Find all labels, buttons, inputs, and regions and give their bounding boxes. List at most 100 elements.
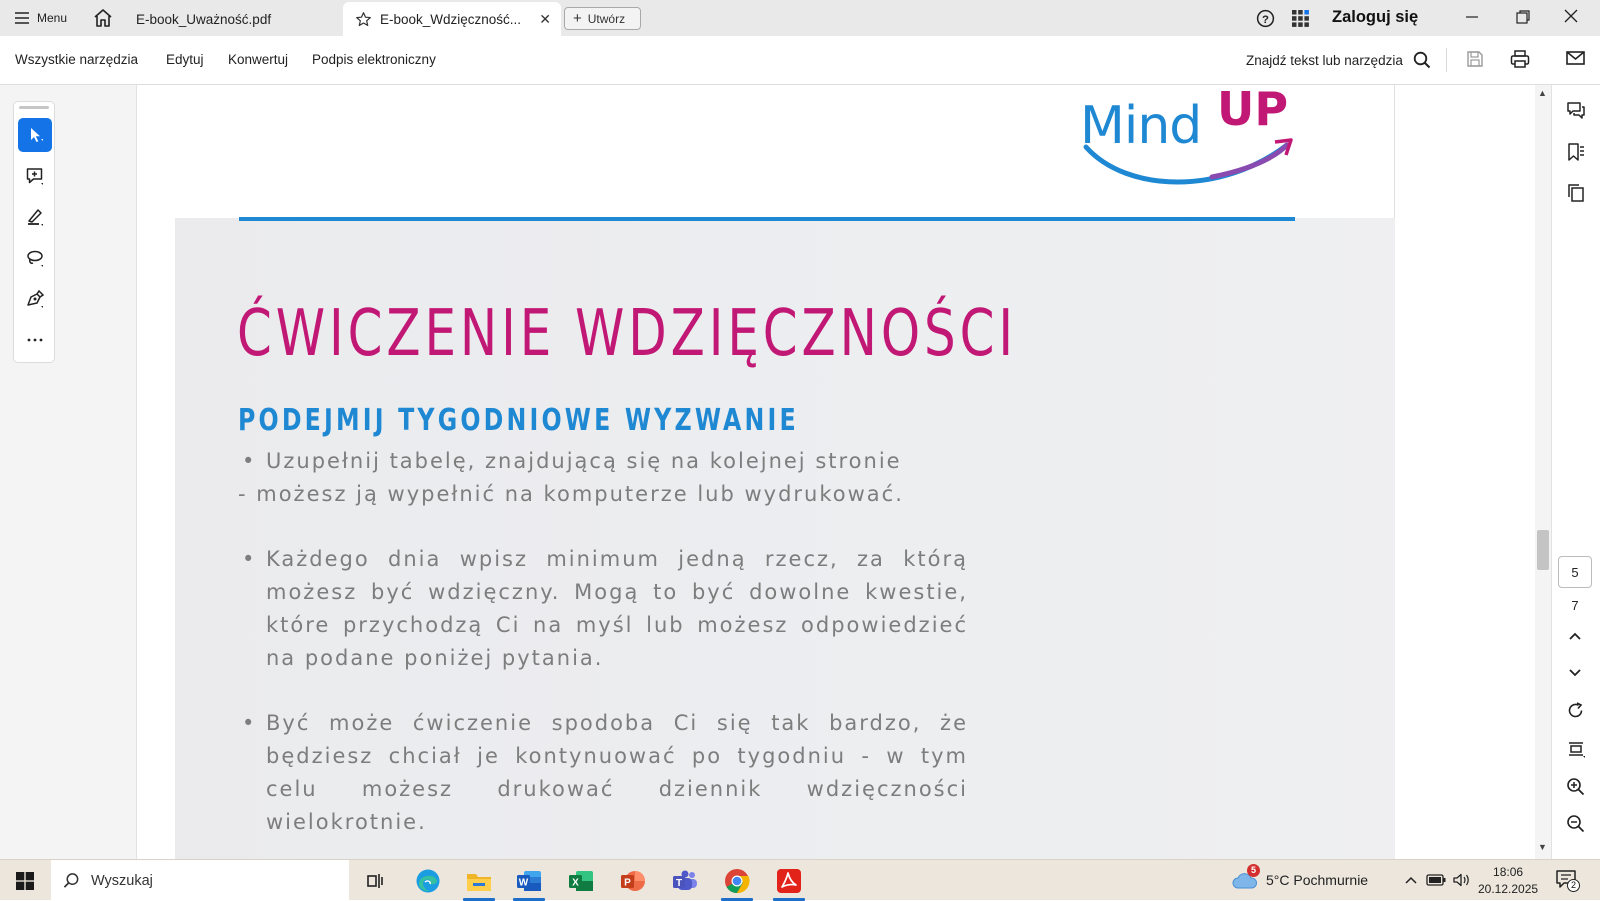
excel-taskbar-button[interactable]: X [563, 865, 599, 897]
select-tool-button[interactable] [18, 118, 52, 152]
menu-all-tools[interactable]: Wszystkie narzędzia [15, 52, 138, 67]
total-pages: 7 [1571, 598, 1579, 613]
zoom-in-icon[interactable] [1566, 777, 1585, 796]
teams-taskbar-button[interactable]: T [667, 865, 703, 897]
star-icon[interactable] [355, 11, 372, 28]
bullet-marker: • [242, 449, 257, 473]
menu-label: Menu [37, 11, 68, 25]
chrome-taskbar-button[interactable] [719, 865, 755, 901]
taskbar-search-box[interactable]: Wyszukaj [51, 860, 349, 901]
battery-icon[interactable] [1426, 873, 1446, 887]
menu-convert[interactable]: Konwertuj [228, 52, 288, 67]
taskbar-search-placeholder: Wyszukaj [91, 872, 153, 889]
next-page-icon[interactable] [1566, 663, 1584, 681]
windows-start-icon[interactable] [16, 872, 34, 890]
acrobat-taskbar-button[interactable] [771, 865, 807, 901]
volume-icon[interactable] [1452, 872, 1470, 888]
edge-taskbar-button[interactable] [410, 865, 446, 897]
paragraph-3: • Być może ćwiczenie spodoba Ci się tak … [238, 707, 968, 839]
page-thumbnails-icon[interactable] [1566, 183, 1586, 203]
more-options-icon [27, 338, 43, 342]
document-viewport[interactable]: Mind UP ĆWICZENIE WDZIĘCZNOŚCI PODEJMIJ … [137, 85, 1535, 859]
add-comment-tool-button[interactable] [18, 159, 52, 193]
weather-widget[interactable]: 5 5°C Pochmurnie [1232, 864, 1369, 890]
save-icon[interactable] [1466, 50, 1484, 68]
chrome-icon [725, 869, 750, 894]
close-window-icon[interactable] [1563, 8, 1579, 24]
tab-label: E-book_Uważność.pdf [136, 11, 272, 27]
previous-page-icon[interactable] [1566, 628, 1584, 646]
tab-label: E-book_Wdzięczność... [380, 11, 522, 27]
paragraph-3-text: Być może ćwiczenie spodoba Ci się tak ba… [266, 711, 968, 834]
svg-text:?: ? [1262, 14, 1269, 26]
highlight-tool-button[interactable] [18, 200, 52, 234]
minimize-icon[interactable] [1464, 9, 1480, 25]
close-tab-icon[interactable]: ✕ [539, 11, 551, 28]
restore-icon[interactable] [1515, 9, 1531, 25]
notification-count-badge: 2 [1567, 879, 1580, 892]
weather-alert-badge: 5 [1247, 864, 1260, 877]
paragraph-2: • Każdego dnia wpisz minimum jedną rzecz… [238, 543, 968, 675]
print-icon[interactable] [1510, 49, 1530, 69]
quick-tools-panel [13, 101, 55, 363]
powerpoint-icon: P [621, 871, 645, 891]
zoom-out-icon[interactable] [1566, 814, 1585, 833]
tab-ebook-wdziecznosc[interactable]: E-book_Wdzięczność... ✕ [343, 2, 561, 36]
rotate-icon[interactable] [1566, 701, 1585, 720]
create-button[interactable]: + Utwórz [564, 7, 641, 30]
file-explorer-icon [467, 874, 491, 891]
word-taskbar-button[interactable]: W [511, 865, 547, 901]
right-tool-rail: 5 7 [1551, 85, 1600, 859]
more-tools-button[interactable] [18, 323, 52, 357]
draw-tool-button[interactable] [18, 241, 52, 275]
search-icon [1413, 51, 1431, 69]
document-title: ĆWICZENIE WDZIĘCZNOŚCI [237, 297, 1018, 371]
tab-ebook-uwaznosc[interactable]: E-book_Uważność.pdf [120, 2, 340, 36]
main-toolbar: Wszystkie narzędzia Edytuj Konwertuj Pod… [0, 36, 1600, 85]
weather-text: 5°C Pochmurnie [1266, 872, 1369, 888]
search-icon [63, 873, 79, 888]
home-button[interactable] [92, 8, 114, 28]
email-icon[interactable] [1566, 50, 1585, 66]
title-bar: Menu E-book_Uważność.pdf E-book_Wdzięczn… [0, 0, 1600, 36]
bookmark-list-icon[interactable] [1566, 142, 1586, 162]
excel-icon: X [569, 871, 593, 891]
help-icon[interactable]: ? [1256, 9, 1275, 28]
vertical-scrollbar[interactable]: ▲ ▼ [1535, 85, 1551, 859]
fit-page-icon[interactable] [1566, 739, 1586, 759]
scroll-up-arrow-icon[interactable]: ▲ [1538, 88, 1547, 98]
menu-button[interactable]: Menu [14, 8, 67, 28]
sign-in-button[interactable]: Zaloguj się [1332, 8, 1418, 27]
apps-grid-icon[interactable] [1291, 9, 1310, 28]
menu-e-signature[interactable]: Podpis elektroniczny [312, 52, 436, 67]
home-icon [94, 9, 112, 27]
notification-center-button[interactable]: 2 [1556, 869, 1580, 893]
svg-text:Mind: Mind [1080, 96, 1201, 156]
clock-time: 18:06 [1493, 865, 1524, 879]
task-view-button[interactable] [357, 865, 393, 897]
lasso-draw-icon [27, 250, 43, 267]
comments-icon[interactable] [1566, 101, 1586, 121]
document-subtitle: PODEJMIJ TYGODNIOWE WYZWANIE [238, 403, 799, 438]
powerpoint-taskbar-button[interactable]: P [615, 865, 651, 897]
file-explorer-taskbar-button[interactable] [461, 865, 497, 901]
task-view-icon [367, 874, 383, 888]
svg-text:W: W [519, 878, 529, 889]
hamburger-icon [15, 12, 29, 24]
menu-edit[interactable]: Edytuj [166, 52, 204, 67]
current-page-input[interactable]: 5 [1558, 556, 1592, 588]
cursor-arrow-icon [31, 128, 43, 142]
find-text-or-tools[interactable]: Znajdź tekst lub narzędzia [1246, 51, 1431, 69]
plus-icon: + [573, 10, 582, 27]
scrollbar-thumb[interactable] [1537, 530, 1549, 570]
fill-sign-tool-button[interactable] [18, 282, 52, 316]
left-tool-rail [0, 85, 137, 859]
show-hidden-icons-chevron-icon[interactable] [1404, 874, 1418, 886]
scroll-down-arrow-icon[interactable]: ▼ [1538, 842, 1547, 852]
word-icon: W [517, 871, 541, 891]
panel-drag-handle[interactable] [19, 106, 49, 109]
clock-date: 20.12.2025 [1478, 882, 1539, 896]
cloud-weather-icon: 5 [1232, 864, 1260, 890]
acrobat-reader-icon [777, 869, 801, 893]
taskbar-clock[interactable]: 18:06 20.12.2025 [1478, 864, 1538, 898]
